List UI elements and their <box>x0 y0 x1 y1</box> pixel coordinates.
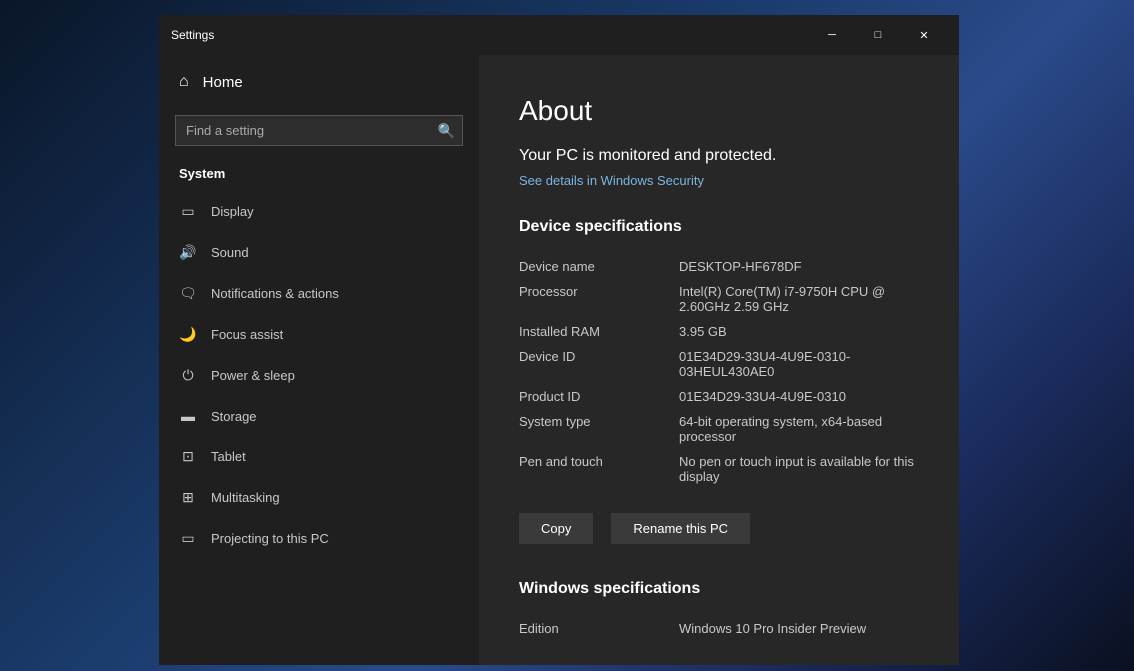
spec-value-pen-touch: No pen or touch input is available for t… <box>679 454 919 484</box>
spec-value-edition: Windows 10 Pro Insider Preview <box>679 621 919 636</box>
close-button[interactable]: ✕ <box>901 20 947 50</box>
sidebar-item-tablet-label: Tablet <box>211 449 246 464</box>
spec-value-product-id: 01E34D29-33U4-4U9E-0310 <box>679 389 919 404</box>
window-title: Settings <box>171 28 809 42</box>
spec-row-pen-touch: Pen and touch No pen or touch input is a… <box>519 449 919 489</box>
sidebar: ⌂ Home 🔍 System ▭ Display 🔊 Sound 🗨 Noti… <box>159 55 479 665</box>
device-specs-title: Device specifications <box>519 218 919 236</box>
sidebar-item-storage-label: Storage <box>211 409 257 424</box>
projecting-icon: ▭ <box>179 530 197 547</box>
titlebar: Settings ─ □ ✕ <box>159 15 959 55</box>
sidebar-item-sound-label: Sound <box>211 245 249 260</box>
spec-label-ram: Installed RAM <box>519 324 679 339</box>
sidebar-item-display-label: Display <box>211 204 254 219</box>
spec-label-pen-touch: Pen and touch <box>519 454 679 484</box>
sidebar-item-power[interactable]: ⏻ Power & sleep <box>159 355 479 396</box>
copy-button[interactable]: Copy <box>519 513 593 544</box>
spec-label-device-name: Device name <box>519 259 679 274</box>
minimize-button[interactable]: ─ <box>809 20 855 50</box>
windows-spec-table: Edition Windows 10 Pro Insider Preview <box>519 616 919 641</box>
spec-row-device-id: Device ID 01E34D29-33U4-4U9E-0310-03HEUL… <box>519 344 919 384</box>
search-input[interactable] <box>175 115 463 146</box>
sidebar-item-notifications-label: Notifications & actions <box>211 286 339 301</box>
action-buttons: Copy Rename this PC <box>519 513 919 560</box>
sidebar-item-display[interactable]: ▭ Display <box>159 191 479 232</box>
multitasking-icon: ⊞ <box>179 489 197 506</box>
tablet-icon: ⊡ <box>179 448 197 465</box>
spec-value-system-type: 64-bit operating system, x64-based proce… <box>679 414 919 444</box>
spec-label-system-type: System type <box>519 414 679 444</box>
content-area: ⌂ Home 🔍 System ▭ Display 🔊 Sound 🗨 Noti… <box>159 55 959 665</box>
sidebar-item-focus[interactable]: 🌙 Focus assist <box>159 314 479 355</box>
spec-value-processor: Intel(R) Core(TM) i7-9750H CPU @ 2.60GHz… <box>679 284 919 314</box>
spec-label-device-id: Device ID <box>519 349 679 379</box>
sidebar-item-multitasking-label: Multitasking <box>211 490 280 505</box>
sidebar-item-tablet[interactable]: ⊡ Tablet <box>159 436 479 477</box>
search-icon-button[interactable]: 🔍 <box>438 122 455 139</box>
home-icon: ⌂ <box>179 73 189 91</box>
sidebar-item-notifications[interactable]: 🗨 Notifications & actions <box>159 273 479 314</box>
notifications-icon: 🗨 <box>179 285 197 302</box>
sidebar-item-sound[interactable]: 🔊 Sound <box>159 232 479 273</box>
focus-icon: 🌙 <box>179 326 197 343</box>
security-link[interactable]: See details in Windows Security <box>519 173 919 188</box>
rename-button[interactable]: Rename this PC <box>611 513 750 544</box>
settings-window: Settings ─ □ ✕ ⌂ Home 🔍 System ▭ Display <box>159 15 959 665</box>
spec-label-processor: Processor <box>519 284 679 314</box>
sidebar-item-focus-label: Focus assist <box>211 327 283 342</box>
spec-label-product-id: Product ID <box>519 389 679 404</box>
spec-row-edition: Edition Windows 10 Pro Insider Preview <box>519 616 919 641</box>
spec-row-system-type: System type 64-bit operating system, x64… <box>519 409 919 449</box>
window-controls: ─ □ ✕ <box>809 20 947 50</box>
display-icon: ▭ <box>179 203 197 220</box>
sidebar-home[interactable]: ⌂ Home <box>159 55 479 109</box>
spec-value-device-id: 01E34D29-33U4-4U9E-0310-03HEUL430AE0 <box>679 349 919 379</box>
right-panel: About Your PC is monitored and protected… <box>479 55 959 665</box>
windows-specs-title: Windows specifications <box>519 580 919 598</box>
sidebar-item-projecting-label: Projecting to this PC <box>211 531 329 546</box>
sidebar-item-power-label: Power & sleep <box>211 368 295 383</box>
spec-row-product-id: Product ID 01E34D29-33U4-4U9E-0310 <box>519 384 919 409</box>
sidebar-item-storage[interactable]: ▬ Storage <box>159 396 479 436</box>
home-label: Home <box>203 74 243 91</box>
spec-table: Device name DESKTOP-HF678DF Processor In… <box>519 254 919 489</box>
sound-icon: 🔊 <box>179 244 197 261</box>
security-status: Your PC is monitored and protected. <box>519 147 919 165</box>
spec-value-ram: 3.95 GB <box>679 324 919 339</box>
storage-icon: ▬ <box>179 408 197 424</box>
sidebar-section-label: System <box>159 160 479 191</box>
maximize-button[interactable]: □ <box>855 20 901 50</box>
sidebar-item-projecting[interactable]: ▭ Projecting to this PC <box>159 518 479 559</box>
spec-value-device-name: DESKTOP-HF678DF <box>679 259 919 274</box>
search-box: 🔍 <box>175 115 463 146</box>
power-icon: ⏻ <box>179 367 197 384</box>
spec-row-ram: Installed RAM 3.95 GB <box>519 319 919 344</box>
sidebar-item-multitasking[interactable]: ⊞ Multitasking <box>159 477 479 518</box>
spec-row-device-name: Device name DESKTOP-HF678DF <box>519 254 919 279</box>
page-title: About <box>519 95 919 127</box>
spec-label-edition: Edition <box>519 621 679 636</box>
spec-row-processor: Processor Intel(R) Core(TM) i7-9750H CPU… <box>519 279 919 319</box>
